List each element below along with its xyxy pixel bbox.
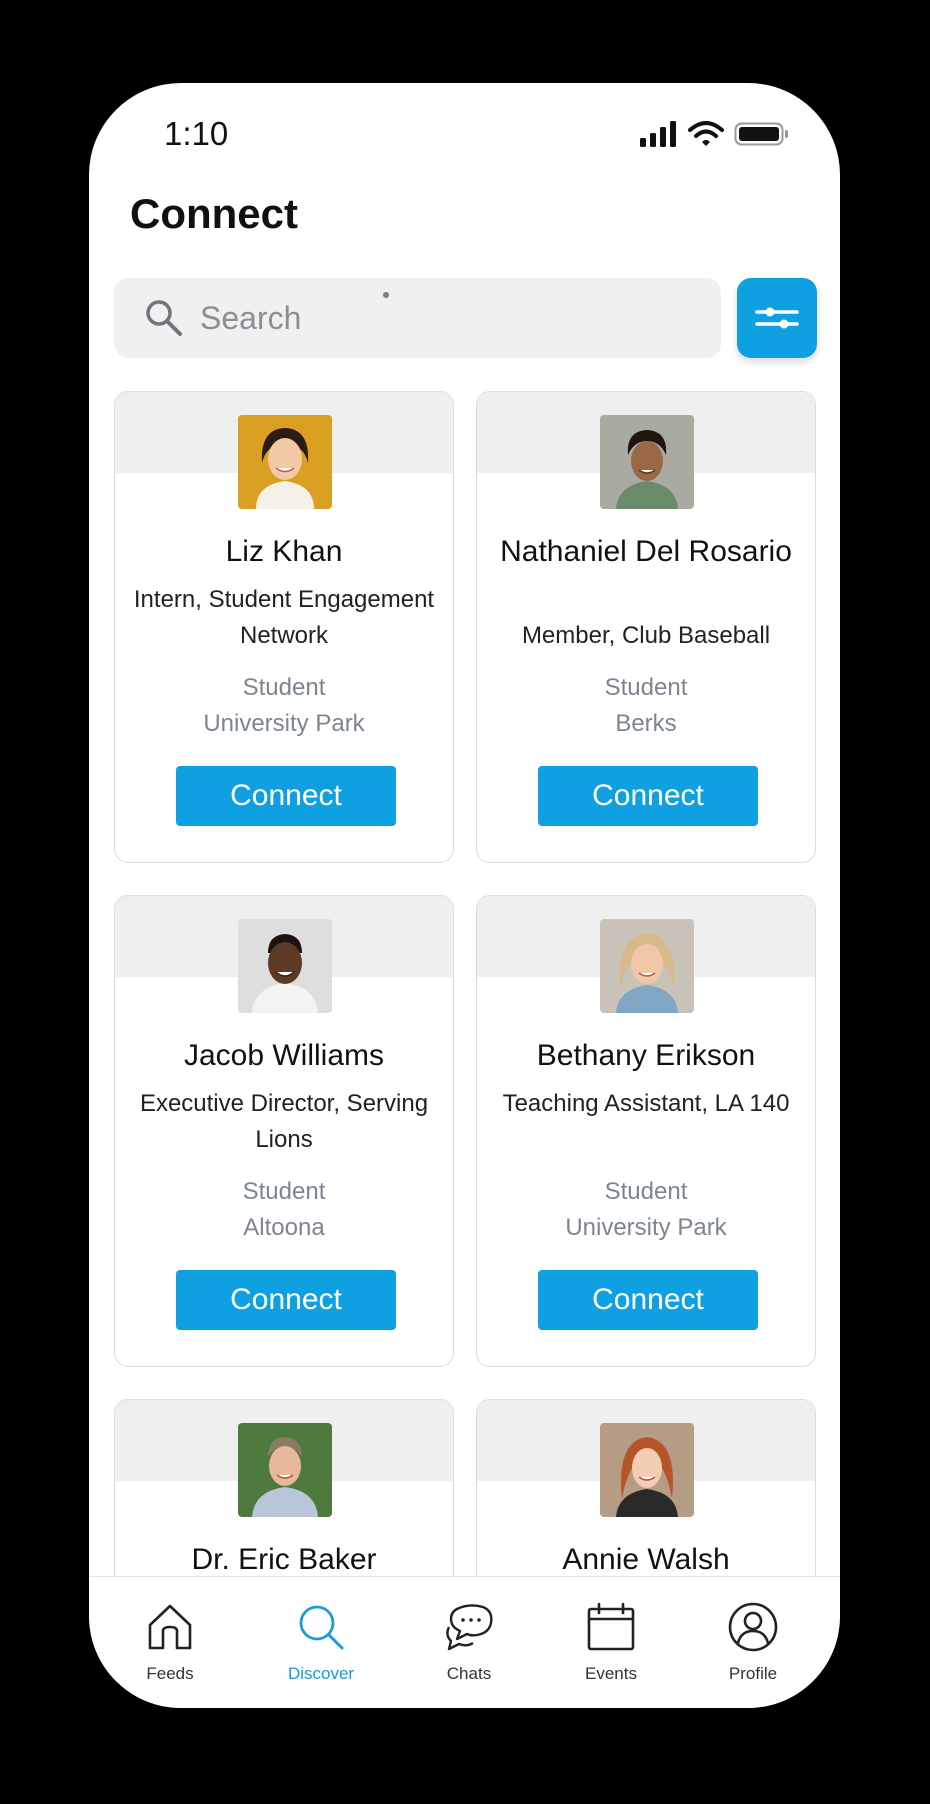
connect-button[interactable]: Connect — [176, 766, 396, 826]
avatar — [238, 415, 332, 509]
person-campus: University Park — [203, 710, 365, 737]
tab-events[interactable]: Events — [551, 1601, 671, 1684]
person-card: Dr. Eric Baker — [114, 1399, 454, 1576]
person-campus: University Park — [565, 1214, 727, 1241]
tab-label: Profile — [728, 1664, 778, 1683]
user-icon — [728, 1602, 778, 1652]
tab-profile[interactable]: Profile — [693, 1601, 813, 1684]
tab-discover[interactable]: Discover — [261, 1601, 381, 1684]
people-grid: Liz Khan Intern, Student Engagement Netw… — [89, 83, 840, 1576]
tab-feeds[interactable]: Feeds — [110, 1601, 230, 1684]
person-type: Student — [242, 674, 326, 701]
avatar — [238, 1423, 332, 1517]
person-name: Liz Khan — [225, 535, 343, 568]
person-card: Liz Khan Intern, Student Engagement Netw… — [114, 391, 454, 863]
connect-button[interactable]: Connect — [176, 1270, 396, 1330]
tab-label: Events — [585, 1664, 637, 1683]
person-card: Annie Walsh — [476, 1399, 816, 1576]
person-type: Student — [604, 1178, 688, 1205]
person-name: Annie Walsh — [562, 1543, 730, 1576]
person-name: Bethany Erikson — [536, 1039, 756, 1072]
person-name: Jacob Williams — [183, 1039, 385, 1072]
search-icon — [299, 1605, 344, 1650]
avatar — [600, 415, 694, 509]
tab-chats[interactable]: Chats — [409, 1601, 529, 1684]
tab-label: Discover — [287, 1664, 355, 1683]
home-icon — [148, 1604, 192, 1650]
person-role: Intern, Student Engagement Network — [133, 586, 435, 649]
connect-button[interactable]: Connect — [538, 1270, 758, 1330]
person-name: Nathaniel Del Rosario — [500, 535, 792, 568]
connect-button[interactable]: Connect — [538, 766, 758, 826]
person-role: Teaching Assistant, LA 140 — [502, 1090, 790, 1117]
person-campus: Berks — [615, 710, 677, 737]
tab-label: Chats — [446, 1664, 492, 1683]
person-role: Member, Club Baseball — [521, 622, 771, 649]
chat-bubbles-icon — [446, 1604, 493, 1651]
person-campus: Altoona — [243, 1214, 325, 1241]
person-card: Nathaniel Del Rosario Member, Club Baseb… — [476, 391, 816, 863]
person-type: Student — [604, 674, 688, 701]
person-role: Executive Director, Serving Lions — [139, 1090, 429, 1153]
person-card: Bethany Erikson Teaching Assistant, LA 1… — [476, 895, 816, 1367]
person-type: Student — [242, 1178, 326, 1205]
person-card: Jacob Williams Executive Director, Servi… — [114, 895, 454, 1367]
phone-screen: 1:10 Connect Search Liz Khan Intern, Stu… — [89, 83, 840, 1708]
calendar-icon — [587, 1602, 635, 1651]
tab-label: Feeds — [146, 1664, 194, 1683]
person-name: Dr. Eric Baker — [191, 1543, 377, 1576]
avatar — [600, 919, 694, 1013]
avatar — [238, 919, 332, 1013]
avatar — [600, 1423, 694, 1517]
bottom-tab-bar: Feeds Discover Chats Events Profile — [89, 1576, 840, 1708]
